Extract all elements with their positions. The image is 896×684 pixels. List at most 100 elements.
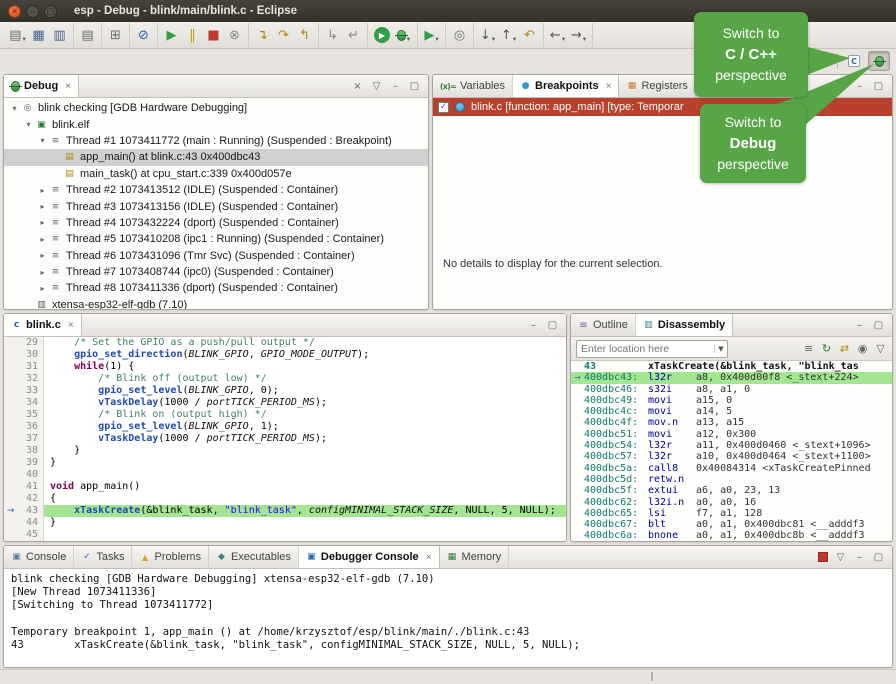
- expanded-arrow-icon[interactable]: ▾: [36, 136, 49, 145]
- collapsed-arrow-icon[interactable]: ▸: [36, 218, 49, 227]
- debug-tree-item[interactable]: ▾▣blink.elf: [4, 116, 428, 132]
- window-close-button[interactable]: ×: [8, 5, 21, 18]
- maximize-icon[interactable]: ▢: [408, 80, 421, 93]
- remove-all-terminated-icon[interactable]: ×: [351, 80, 364, 93]
- debug-perspective-button[interactable]: [868, 51, 890, 71]
- close-tab-icon[interactable]: ×: [68, 320, 74, 331]
- debug-icon[interactable]: ▾: [393, 25, 414, 46]
- collapsed-arrow-icon[interactable]: ▸: [36, 202, 49, 211]
- view-tab-outline[interactable]: ≡Outline: [571, 314, 636, 336]
- view-tab-problems[interactable]: ▲Problems: [132, 546, 208, 568]
- search-icon[interactable]: ◎: [449, 25, 470, 46]
- maximize-icon[interactable]: ▢: [546, 319, 559, 332]
- minimize-icon[interactable]: –: [853, 319, 866, 332]
- sync-icon[interactable]: ⇄: [838, 342, 851, 355]
- view-tab-memory[interactable]: ▦Memory: [440, 546, 510, 568]
- view-tab-console[interactable]: ▣Console: [4, 546, 74, 568]
- collapsed-arrow-icon[interactable]: ▸: [36, 284, 49, 293]
- resume-icon[interactable]: ▶: [161, 25, 182, 46]
- view-tab-breakpoints[interactable]: ●Breakpoints×: [513, 75, 619, 97]
- debug-tree-item[interactable]: ▸≡Thread #6 1073431096 (Tmr Svc) (Suspen…: [4, 248, 428, 264]
- view-menu-icon[interactable]: ▽: [874, 342, 887, 355]
- minimize-icon[interactable]: –: [853, 551, 866, 564]
- location-combo[interactable]: ▼: [576, 340, 728, 358]
- terminate-icon[interactable]: [818, 552, 828, 562]
- terminate-icon[interactable]: ■: [203, 25, 224, 46]
- view-tab-executables[interactable]: ◆Executables: [209, 546, 299, 568]
- c-cpp-perspective-button[interactable]: C: [843, 51, 865, 71]
- forward-icon[interactable]: →▾: [568, 25, 589, 46]
- tab-blink-c[interactable]: c blink.c ×: [4, 314, 82, 336]
- last-edit-location-icon[interactable]: ↶: [519, 25, 540, 46]
- view-tab-tasks[interactable]: ✓Tasks: [74, 546, 132, 568]
- debug-tree-item[interactable]: ▤app_main() at blink.c:43 0x400dbc43: [4, 149, 428, 165]
- collapsed-arrow-icon[interactable]: ▸: [36, 235, 49, 244]
- disconnect-icon[interactable]: ⊗: [224, 25, 245, 46]
- back-icon[interactable]: ←▾: [547, 25, 568, 46]
- save-icon[interactable]: ▦: [28, 25, 49, 46]
- view-menu-icon[interactable]: ▽: [370, 80, 383, 93]
- instruction-stepping-icon[interactable]: ↳: [322, 25, 343, 46]
- drop-to-frame-icon[interactable]: ↵: [343, 25, 364, 46]
- expanded-arrow-icon[interactable]: ▾: [22, 120, 35, 129]
- suspend-icon[interactable]: ‖: [182, 25, 203, 46]
- sash-grip[interactable]: [651, 672, 653, 681]
- debug-tree-item[interactable]: ▸≡Thread #5 1073410208 (ipc1 : Running) …: [4, 231, 428, 247]
- view-tab-registers[interactable]: ▦Registers: [619, 75, 695, 97]
- show-source-icon[interactable]: ≡: [802, 342, 815, 355]
- debug-tree-item[interactable]: ▾≡Thread #1 1073411772 (main : Running) …: [4, 133, 428, 149]
- open-perspective-button[interactable]: ⊞: [810, 51, 832, 71]
- frame-icon: ▤: [63, 169, 76, 179]
- step-over-icon[interactable]: ↷: [273, 25, 294, 46]
- debug-tree-item[interactable]: ▾◎blink checking [GDB Hardware Debugging…: [4, 100, 428, 116]
- minimize-icon[interactable]: –: [853, 80, 866, 93]
- view-tab-debugger-console[interactable]: ▣Debugger Console×: [299, 546, 440, 568]
- maximize-icon[interactable]: ▢: [872, 319, 885, 332]
- debug-tree-item[interactable]: ▸≡Thread #4 1073432224 (dport) (Suspende…: [4, 215, 428, 231]
- combo-dropdown-icon[interactable]: ▼: [714, 345, 727, 353]
- debug-tree-item[interactable]: ▤main_task() at cpu_start.c:339 0x400d05…: [4, 166, 428, 182]
- disassembly-area[interactable]: 43xTaskCreate(&blink_task, "blink_tas→40…: [571, 361, 892, 541]
- maximize-icon[interactable]: ▢: [872, 551, 885, 564]
- debug-tree-item[interactable]: ▸≡Thread #7 1073408744 (ipc0) (Suspended…: [4, 264, 428, 280]
- minimize-icon[interactable]: –: [527, 319, 540, 332]
- build-all-icon[interactable]: ⊞: [105, 25, 126, 46]
- close-tab-icon[interactable]: ×: [65, 81, 71, 92]
- view-tab-disassembly[interactable]: ▥Disassembly: [636, 314, 733, 336]
- view-menu-icon[interactable]: ▽: [834, 551, 847, 564]
- new-wizard-icon[interactable]: ▤▾: [7, 25, 28, 46]
- code-editor-area[interactable]: 29 /* Set the GPIO as a push/pull output…: [4, 337, 566, 541]
- collapsed-arrow-icon[interactable]: ▸: [36, 186, 49, 195]
- location-input[interactable]: [577, 343, 714, 355]
- debug-tree-item[interactable]: ▸≡Thread #2 1073413512 (IDLE) (Suspended…: [4, 182, 428, 198]
- close-tab-icon[interactable]: ×: [426, 552, 432, 563]
- debug-tree-item[interactable]: ▥xtensa-esp32-elf-gdb (7.10): [4, 297, 428, 309]
- external-tools-icon[interactable]: ▶▾: [421, 25, 442, 46]
- run-icon[interactable]: ▶: [374, 27, 390, 43]
- step-return-icon[interactable]: ↰: [294, 25, 315, 46]
- previous-annotation-icon[interactable]: ↑▾: [498, 25, 519, 46]
- breakpoint-checkbox[interactable]: ✓: [438, 102, 449, 113]
- debugger-console-output[interactable]: blink checking [GDB Hardware Debugging] …: [4, 569, 892, 667]
- view-tab-variables[interactable]: (x)=Variables: [433, 75, 513, 97]
- refresh-icon[interactable]: ↻: [820, 342, 833, 355]
- expanded-arrow-icon[interactable]: ▾: [8, 104, 21, 113]
- window-minimize-button[interactable]: –: [26, 5, 39, 18]
- collapsed-arrow-icon[interactable]: ▸: [36, 251, 49, 260]
- step-into-icon[interactable]: ↴: [252, 25, 273, 46]
- collapsed-arrow-icon[interactable]: ▸: [36, 268, 49, 277]
- breakpoint-item[interactable]: ✓ blink.c [function: app_main] [type: Te…: [433, 98, 892, 116]
- close-tab-icon[interactable]: ×: [606, 81, 612, 92]
- maximize-icon[interactable]: ▢: [872, 80, 885, 93]
- next-annotation-icon[interactable]: ↓▾: [477, 25, 498, 46]
- debug-tree-item[interactable]: ▸≡Thread #8 1073411336 (dport) (Suspende…: [4, 280, 428, 296]
- skip-all-breakpoints-icon[interactable]: ⊘: [133, 25, 154, 46]
- pin-icon[interactable]: ◉: [856, 342, 869, 355]
- save-all-icon[interactable]: ▥: [49, 25, 70, 46]
- thread-icon: ≡: [49, 267, 62, 277]
- debug-tree-item[interactable]: ▸≡Thread #3 1073413156 (IDLE) (Suspended…: [4, 198, 428, 214]
- print-icon[interactable]: ▤: [77, 25, 98, 46]
- minimize-icon[interactable]: –: [389, 80, 402, 93]
- tab-debug[interactable]: Debug ×: [4, 75, 79, 97]
- window-maximize-button[interactable]: ▢: [44, 5, 57, 18]
